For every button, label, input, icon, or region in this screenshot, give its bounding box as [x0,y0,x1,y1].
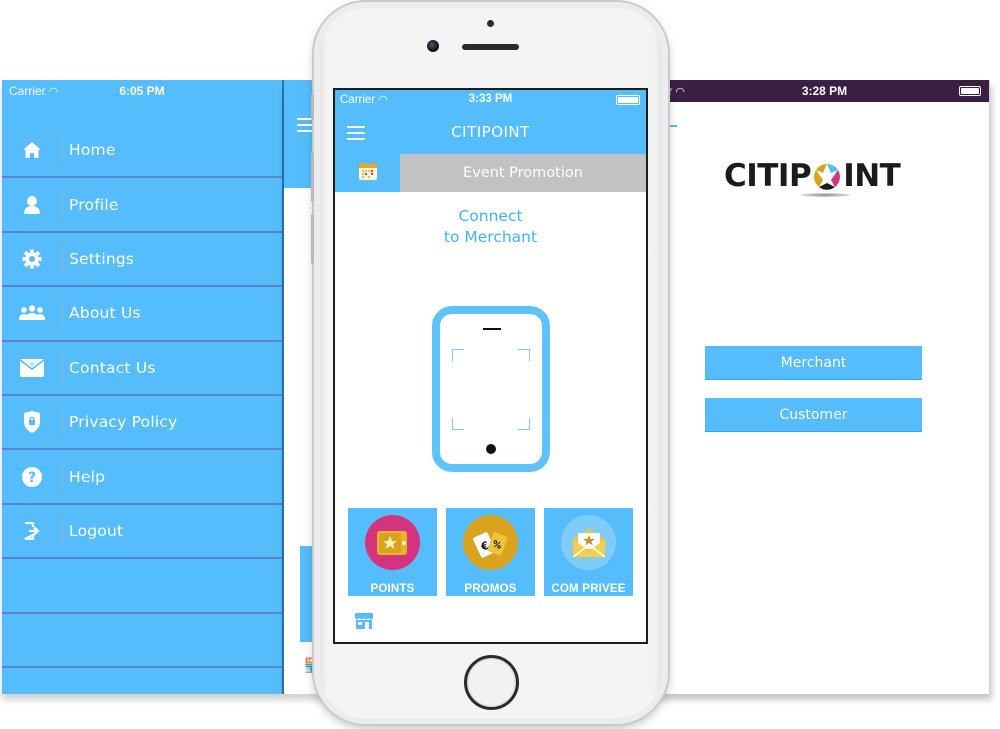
app-header: Carrier ◠ 3:33 PM CITIPOINT [335,90,646,154]
user-icon [2,195,62,215]
menu-label: Logout [69,521,124,540]
iphone-frame: Carrier ◠ 3:33 PM CITIPOINT Event Promot… [311,2,668,724]
tile-label: PROMOS [464,583,517,595]
menu-item-about-us[interactable]: About Us [2,287,282,342]
svg-text:?: ? [28,470,36,486]
menu-label: Help [69,467,106,486]
earpiece-speaker [462,44,519,50]
menu-label: Profile [69,195,119,214]
logo-shadow [800,193,850,197]
menu-label: Settings [69,249,135,268]
logo-star-icon [812,162,842,192]
mute-switch [311,94,314,120]
menu-item-empty [2,559,282,614]
home-button[interactable] [464,655,519,710]
login-screen: rier◠ 3:28 PM CITIP INT Merchant Custome… [650,80,990,694]
menu-label: Privacy Policy [69,413,178,432]
scan-corner [452,418,464,430]
price-tags-icon: €% [463,515,518,570]
logo-text-right: INT [843,158,901,194]
battery-icon [959,86,981,96]
shield-lock-icon [2,411,62,434]
tile-promos[interactable]: €% PROMOS [446,508,535,596]
status-bar: Carrier ◠ 3:33 PM [335,90,646,110]
battery-icon [616,95,640,105]
menu-item-home[interactable]: Home [2,124,282,179]
status-bar: Carrier ◠ 6:05 PM [2,80,282,102]
volume-up-button [311,152,314,202]
menu-label: About Us [69,304,141,323]
tile-com-privee[interactable]: COM PRIVEE [544,508,633,596]
status-time: 6:05 PM [119,84,165,98]
menu-separator [62,137,63,164]
menu-separator [62,300,63,327]
logo-text-left: CITIP [724,158,812,194]
volume-down-button [311,214,314,264]
menu-separator [62,463,63,490]
connect-line-2: to Merchant [443,228,538,246]
scan-corner [518,418,530,430]
side-menu: Home Profile Settings About Us Contact U… [2,124,282,668]
scan-phone-earpiece [483,328,501,330]
menu-item-help[interactable]: ? Help [2,450,282,505]
scan-phone-icon[interactable] [432,306,550,472]
scan-corner [518,349,530,361]
menu-item-profile[interactable]: Profile [2,178,282,233]
calendar-icon [358,161,378,185]
menu-separator [62,245,63,272]
menu-label: Home [69,141,116,160]
menu-item-logout[interactable]: Logout [2,505,282,560]
question-circle-icon: ? [2,466,62,487]
customer-button[interactable]: Customer [705,398,922,432]
proximity-sensor [487,20,494,27]
menu-separator [62,191,63,218]
status-bar: rier◠ 3:28 PM [650,80,989,102]
status-time: 3:28 PM [801,84,848,98]
menu-separator [62,517,63,544]
tile-points[interactable]: POINTS [348,508,437,596]
app-title: CITIPOINT [451,123,530,141]
merchant-button[interactable]: Merchant [705,346,922,380]
menu-item-privacy-policy[interactable]: Privacy Policy [2,396,282,451]
connect-line-1: Connect [458,207,523,225]
feature-tiles: POINTS €% PROMOS COM PRIVEE [348,508,633,596]
group-icon [2,305,62,321]
menu-item-settings[interactable]: Settings [2,233,282,288]
menu-separator [62,354,63,381]
gear-icon [2,249,62,269]
store-icon[interactable] [354,612,374,634]
citipoint-logo: CITIP INT [724,158,901,194]
side-menu-screen: Carrier◠ 6:05 PM Home Profile Settings [2,80,284,694]
scan-phone-home-dot [486,444,496,454]
wallet-star-icon [365,515,420,570]
envelope-star-icon [561,515,616,570]
tab-event-promotion[interactable]: Event Promotion [400,154,646,192]
tab-row: Event Promotion [335,154,646,192]
tile-label: POINTS [370,583,415,595]
home-icon [2,141,62,159]
logout-icon [2,521,62,540]
connect-to-merchant-link[interactable]: Connect to Merchant [335,206,646,248]
menu-separator [62,409,63,436]
status-time: 3:33 PM [468,93,513,105]
menu-label: Contact Us [69,358,156,377]
scan-corner [452,349,464,361]
menu-item-empty [2,614,282,668]
main-app-screen: Carrier ◠ 3:33 PM CITIPOINT Event Promot… [333,88,648,644]
envelope-icon [2,358,62,377]
menu-item-contact-us[interactable]: Contact Us [2,342,282,396]
tab-calendar[interactable] [335,154,400,192]
front-camera [427,40,439,52]
tile-label: COM PRIVEE [551,583,626,595]
divider [667,125,677,127]
